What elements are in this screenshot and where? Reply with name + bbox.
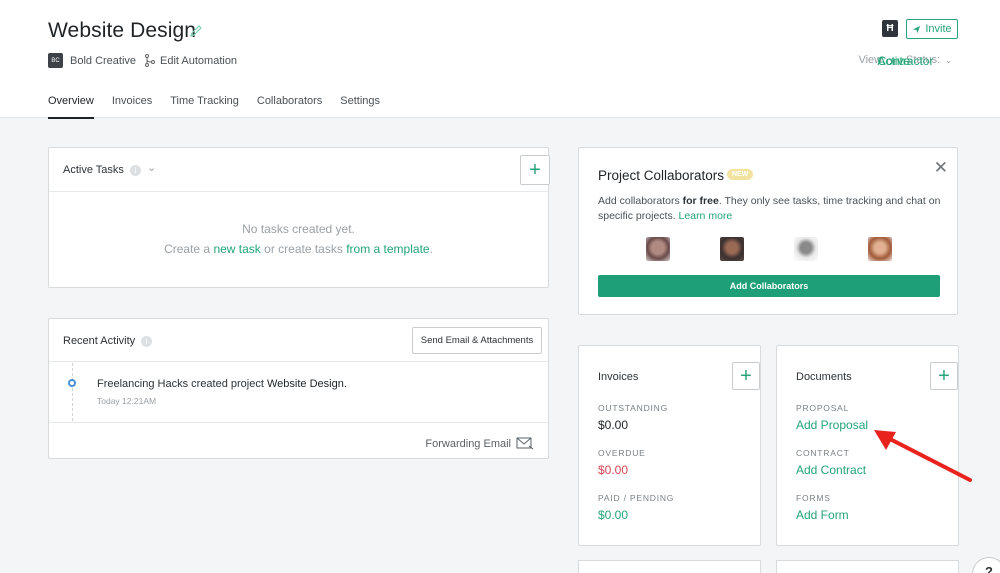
documents-title: Documents (796, 371, 852, 383)
client-name-link[interactable]: Bold Creative (70, 55, 136, 67)
add-proposal-link[interactable]: Add Proposal (796, 418, 868, 432)
info-icon[interactable]: i (141, 335, 153, 347)
create-middle-text: or create tasks (264, 242, 343, 256)
add-document-button[interactable]: + (930, 362, 958, 390)
avatar (646, 237, 670, 261)
tab-time-tracking[interactable]: Time Tracking (170, 95, 239, 119)
activity-item-project: Website Design (266, 378, 344, 390)
close-icon[interactable]: ✕ (934, 158, 948, 178)
project-tabs: Overview Invoices Time Tracking Collabor… (48, 95, 398, 119)
learn-more-link[interactable]: Learn more (679, 210, 733, 222)
tab-overview[interactable]: Overview (48, 95, 94, 119)
send-arrow-icon (913, 25, 921, 33)
invoices-title: Invoices (598, 371, 639, 383)
activity-item-text: Freelancing Hacks created project Websit… (97, 378, 347, 390)
recent-activity-title-text: Recent Activity (63, 335, 136, 347)
project-header: Website Design BC Bold Creative Edit Aut… (0, 0, 1000, 119)
contract-label: CONTRACT (796, 448, 850, 458)
invite-button[interactable]: Invite (906, 19, 958, 39)
avatar (794, 237, 818, 261)
mail-icon[interactable] (516, 436, 534, 450)
recent-activity-title: Recent Activity i (63, 335, 153, 347)
no-tasks-message: No tasks created yet. (242, 222, 355, 236)
proposal-label: PROPOSAL (796, 403, 850, 413)
paid-pending-value: $0.00 (598, 508, 629, 522)
recent-activity-header: Recent Activity i Send Email & Attachment… (49, 319, 548, 362)
project-collaborators-card: Project Collaborators NEW ✕ Add collabor… (578, 147, 958, 315)
activity-item-time: Today 12:21AM (97, 396, 157, 406)
tab-collaborators[interactable]: Collaborators (257, 95, 322, 119)
chevron-down-icon[interactable]: ⌄ (147, 161, 156, 174)
activity-item-suffix: . (343, 378, 347, 390)
timeline-dot-icon (68, 379, 76, 387)
overdue-label: OVERDUE (598, 448, 646, 458)
collaborators-description: Add collaborators for free. They only se… (598, 194, 943, 224)
forms-label: FORMS (796, 493, 831, 503)
avatar (720, 237, 744, 261)
invite-button-label: Invite (925, 23, 952, 35)
overdue-value: $0.00 (598, 463, 629, 477)
add-contract-link[interactable]: Add Contract (796, 463, 866, 477)
activity-item-prefix: Freelancing Hacks created project (97, 378, 264, 390)
create-task-hint: Create a new task or create tasks from a… (49, 242, 548, 256)
view-status-bar: View: Contractor ⌄ Status: Active ⌄ (858, 54, 958, 68)
app-logo-icon: Ħ (882, 20, 898, 37)
edit-pencil-icon[interactable] (189, 24, 203, 38)
page-title: Website Design (48, 19, 197, 42)
avatar (868, 237, 892, 261)
outstanding-value: $0.00 (598, 418, 629, 432)
help-button[interactable]: ? (972, 557, 1000, 573)
edit-automation-link[interactable]: Edit Automation (160, 55, 237, 67)
outstanding-label: OUTSTANDING (598, 403, 669, 413)
timeline-line (72, 363, 73, 421)
partial-card (578, 560, 761, 573)
add-task-button[interactable]: + (520, 155, 550, 185)
info-icon[interactable]: i (129, 164, 141, 176)
recent-activity-card: Recent Activity i Send Email & Attachment… (48, 318, 549, 459)
partial-card (776, 560, 959, 573)
tab-settings[interactable]: Settings (340, 95, 380, 119)
collab-desc-prefix: Add collaborators (598, 195, 680, 207)
invoices-card: Invoices + OUTSTANDING $0.00 OVERDUE $0.… (578, 345, 761, 546)
status-dropdown[interactable]: Active (877, 54, 910, 68)
active-tasks-title: Active Tasks i (63, 164, 141, 176)
add-invoice-button[interactable]: + (732, 362, 760, 390)
forwarding-email-link[interactable]: Forwarding Email (425, 438, 511, 450)
create-suffix-text: . (429, 242, 433, 256)
new-task-link[interactable]: new task (213, 242, 260, 256)
chevron-down-icon: ⌄ (945, 56, 952, 65)
annotation-arrow-icon (874, 430, 972, 482)
active-tasks-header: Active Tasks i ⌄ + (49, 148, 550, 192)
add-collaborators-button[interactable]: Add Collaborators (598, 275, 940, 297)
activity-footer: Forwarding Email (49, 422, 548, 460)
tab-invoices[interactable]: Invoices (112, 95, 152, 119)
active-tasks-card: Active Tasks i ⌄ + No tasks created yet. … (48, 147, 550, 288)
template-link[interactable]: from a template (346, 242, 429, 256)
new-badge: NEW (727, 169, 754, 180)
paid-pending-label: PAID / PENDING (598, 493, 675, 503)
add-form-link[interactable]: Add Form (796, 508, 849, 522)
collaborators-title: Project Collaborators (598, 168, 725, 183)
send-email-button[interactable]: Send Email & Attachments (412, 327, 542, 354)
client-avatar: BC (48, 53, 63, 68)
active-tasks-title-text: Active Tasks (63, 164, 124, 176)
automation-icon (145, 54, 155, 67)
create-prefix-text: Create a (164, 242, 211, 256)
collab-desc-bold: for free (682, 195, 719, 207)
